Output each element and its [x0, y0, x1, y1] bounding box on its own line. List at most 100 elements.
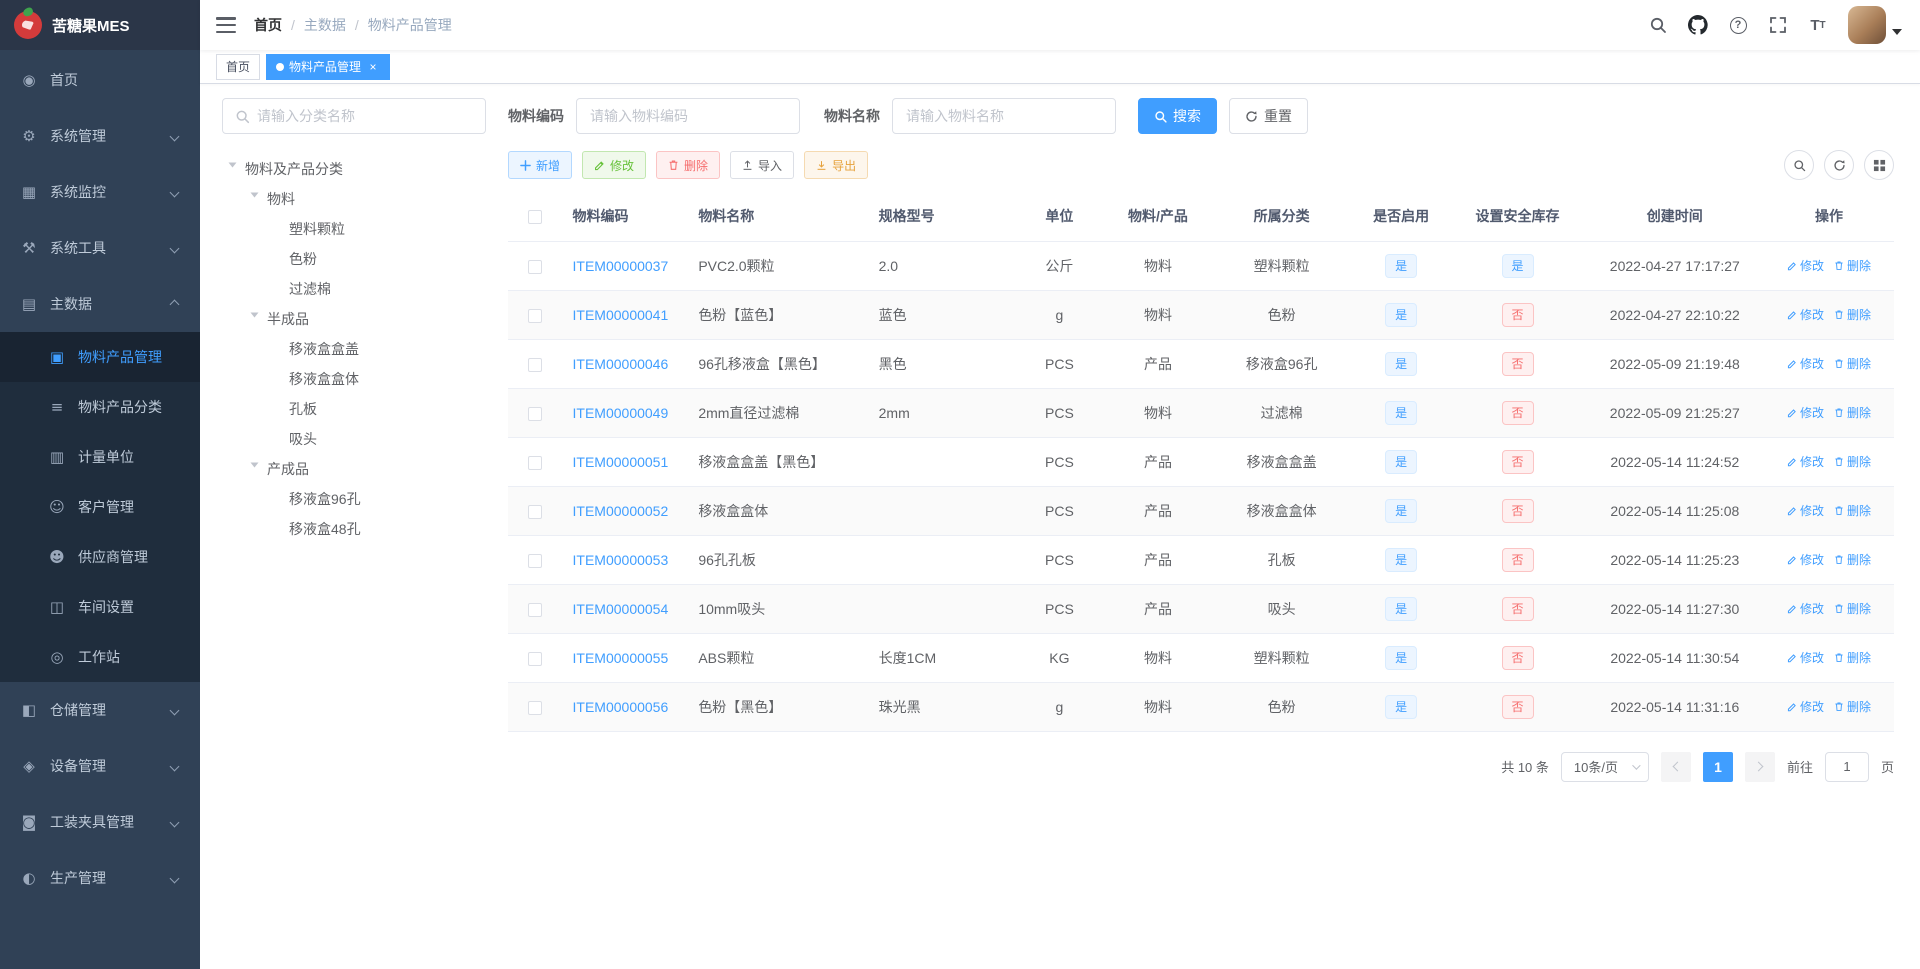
delete-link[interactable]: 删除	[1834, 600, 1871, 617]
tree-node[interactable]: 产成品	[222, 454, 486, 484]
export-button[interactable]: 导出	[804, 151, 869, 179]
tree-node[interactable]: 移液盒48孔	[222, 514, 486, 544]
sidebar-item[interactable]: 系统监控	[0, 164, 200, 220]
github-icon[interactable]	[1688, 15, 1708, 35]
sidebar-subitem[interactable]: 供应商管理	[0, 532, 200, 582]
delete-button[interactable]: 删除	[656, 151, 721, 179]
refresh-button[interactable]	[1824, 150, 1854, 180]
material-name-input[interactable]	[892, 98, 1116, 134]
column-header[interactable]: 物料名称	[688, 192, 869, 242]
app-logo[interactable]: 苦糖果MES	[0, 0, 200, 50]
delete-link[interactable]: 删除	[1834, 257, 1871, 274]
sidebar-item[interactable]: 系统管理	[0, 108, 200, 164]
sidebar-subitem[interactable]: 物料产品分类	[0, 382, 200, 432]
row-checkbox[interactable]	[528, 504, 543, 519]
tree-node[interactable]: 物料	[222, 184, 486, 214]
material-code-link[interactable]: ITEM00000051	[573, 454, 669, 470]
delete-link[interactable]: 删除	[1834, 404, 1871, 421]
prev-page-button[interactable]	[1660, 751, 1691, 782]
column-header[interactable]: 单位	[1013, 192, 1106, 242]
tree-node[interactable]: 塑料颗粒	[222, 214, 486, 244]
column-header[interactable]: 物料/产品	[1105, 192, 1211, 242]
user-avatar[interactable]	[1848, 6, 1902, 44]
tree-node[interactable]: 色粉	[222, 244, 486, 274]
breadcrumb-item[interactable]: 物料产品管理	[346, 15, 452, 35]
material-code-link[interactable]: ITEM00000055	[573, 650, 669, 666]
material-code-link[interactable]: ITEM00000049	[573, 405, 669, 421]
material-code-link[interactable]: ITEM00000054	[573, 601, 669, 617]
add-button[interactable]: 新增	[508, 151, 573, 179]
tree-node[interactable]: 移液盒盒体	[222, 364, 486, 394]
row-checkbox[interactable]	[528, 455, 543, 470]
reset-button[interactable]: 重置	[1229, 98, 1308, 134]
material-code-link[interactable]: ITEM00000041	[573, 307, 669, 323]
columns-button[interactable]	[1864, 150, 1894, 180]
delete-link[interactable]: 删除	[1834, 306, 1871, 323]
tree-node[interactable]: 物料及产品分类	[222, 154, 486, 184]
edit-link[interactable]: 修改	[1787, 306, 1824, 323]
delete-link[interactable]: 删除	[1834, 698, 1871, 715]
page-number-button[interactable]: 1	[1702, 751, 1733, 782]
row-checkbox[interactable]	[528, 602, 543, 617]
column-header[interactable]: 物料编码	[562, 192, 689, 242]
show-search-button[interactable]	[1784, 150, 1814, 180]
import-button[interactable]: 导入	[730, 151, 795, 179]
edit-link[interactable]: 修改	[1787, 355, 1824, 372]
column-header[interactable]: 创建时间	[1585, 192, 1764, 242]
tree-node[interactable]: 移液盒96孔	[222, 484, 486, 514]
goto-page-input[interactable]	[1824, 751, 1869, 782]
tree-node[interactable]: 半成品	[222, 304, 486, 334]
edit-link[interactable]: 修改	[1787, 502, 1824, 519]
edit-link[interactable]: 修改	[1787, 649, 1824, 666]
tree-node[interactable]: 吸头	[222, 424, 486, 454]
sidebar-subitem[interactable]: 物料产品管理	[0, 332, 200, 382]
delete-link[interactable]: 删除	[1834, 551, 1871, 568]
row-checkbox[interactable]	[528, 259, 543, 274]
search-icon[interactable]	[1648, 15, 1668, 35]
close-icon[interactable]	[366, 60, 380, 74]
row-checkbox[interactable]	[528, 406, 543, 421]
edit-link[interactable]: 修改	[1787, 600, 1824, 617]
sidebar-subitem[interactable]: 工作站	[0, 632, 200, 682]
edit-button[interactable]: 修改	[582, 151, 647, 179]
delete-link[interactable]: 删除	[1834, 502, 1871, 519]
sidebar-item[interactable]: 工装夹具管理	[0, 794, 200, 850]
help-icon[interactable]: ?	[1728, 15, 1748, 35]
row-checkbox[interactable]	[528, 700, 543, 715]
row-checkbox[interactable]	[528, 357, 543, 372]
page-size-select[interactable]: 10条/页	[1560, 751, 1649, 782]
row-checkbox[interactable]	[528, 553, 543, 568]
category-search-input[interactable]	[257, 108, 473, 124]
font-size-icon[interactable]: TT	[1808, 15, 1828, 35]
row-checkbox[interactable]	[528, 308, 543, 323]
edit-link[interactable]: 修改	[1787, 257, 1824, 274]
edit-link[interactable]: 修改	[1787, 453, 1824, 470]
hamburger-icon[interactable]	[216, 17, 236, 33]
tree-node[interactable]: 孔板	[222, 394, 486, 424]
sidebar-subitem[interactable]: 车间设置	[0, 582, 200, 632]
material-code-link[interactable]: ITEM00000052	[573, 503, 669, 519]
material-code-link[interactable]: ITEM00000056	[573, 699, 669, 715]
select-all-checkbox[interactable]	[528, 210, 543, 225]
material-code-link[interactable]: ITEM00000037	[573, 258, 669, 274]
view-tab[interactable]: 首页	[216, 53, 261, 80]
column-header[interactable]: 设置安全库存	[1449, 192, 1586, 242]
column-header[interactable]: 所属分类	[1210, 192, 1353, 242]
sidebar-item[interactable]: 设备管理	[0, 738, 200, 794]
search-button[interactable]: 搜索	[1138, 98, 1217, 134]
breadcrumb-item[interactable]: 首页	[254, 15, 282, 35]
delete-link[interactable]: 删除	[1834, 453, 1871, 470]
next-page-button[interactable]	[1744, 751, 1775, 782]
sidebar-item[interactable]: 系统工具	[0, 220, 200, 276]
sidebar-item[interactable]: 仓储管理	[0, 682, 200, 738]
breadcrumb-item[interactable]: 主数据	[282, 15, 346, 35]
row-checkbox[interactable]	[528, 651, 543, 666]
tree-node[interactable]: 过滤棉	[222, 274, 486, 304]
material-code-link[interactable]: ITEM00000046	[573, 356, 669, 372]
sidebar-item[interactable]: 生产管理	[0, 850, 200, 906]
view-tab[interactable]: 物料产品管理	[266, 53, 391, 80]
material-code-link[interactable]: ITEM00000053	[573, 552, 669, 568]
column-header[interactable]: 操作	[1763, 192, 1894, 242]
delete-link[interactable]: 删除	[1834, 649, 1871, 666]
column-header[interactable]: 规格型号	[868, 192, 1014, 242]
